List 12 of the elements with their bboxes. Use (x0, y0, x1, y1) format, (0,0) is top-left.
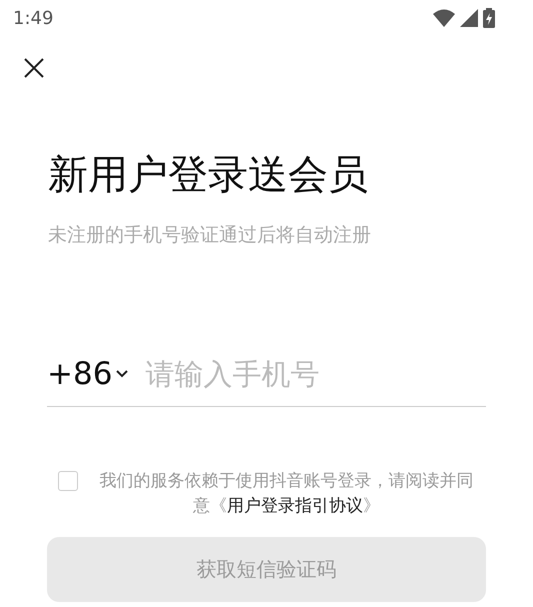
close-icon[interactable] (24, 58, 44, 78)
agreement-checkbox[interactable] (58, 471, 78, 491)
country-code-selector[interactable]: +86 (47, 356, 130, 392)
status-time: 1:49 (13, 8, 54, 28)
signal-icon (460, 9, 478, 27)
agreement-link[interactable]: 用户登录指引协议 (227, 496, 363, 516)
page-title: 新用户登录送会员 (48, 151, 369, 200)
battery-icon (483, 8, 495, 28)
subtitle: 未注册的手机号验证通过后将自动注册 (48, 223, 372, 248)
agreement-text: 我们的服务依赖于使用抖音账号登录，请阅读并同意《用户登录指引协议》 (98, 470, 474, 518)
caret-icon (115, 369, 130, 379)
wifi-icon (433, 9, 455, 27)
